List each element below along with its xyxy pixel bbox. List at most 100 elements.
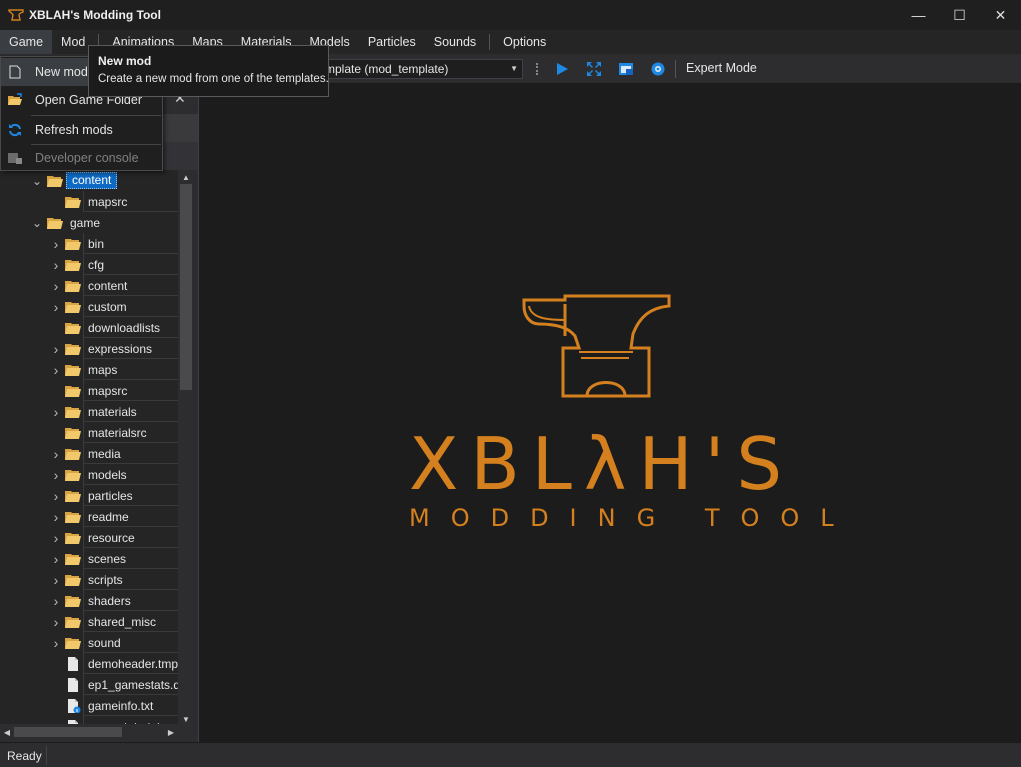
play-button[interactable] <box>553 60 571 78</box>
scroll-thumb[interactable] <box>180 184 192 390</box>
mod-select-dropdown[interactable]: mplate (mod_template) ▼ <box>318 59 523 79</box>
chevron-right-icon[interactable]: › <box>51 401 61 422</box>
tree-row[interactable]: › media <box>0 443 178 464</box>
folder-icon <box>65 197 81 208</box>
main-content-area: XBLλH'S MODDING TOOL <box>199 84 1021 742</box>
tree-row[interactable]: › content <box>0 275 178 296</box>
chevron-right-icon[interactable]: › <box>51 611 61 632</box>
new-file-icon <box>7 64 23 80</box>
column-divider <box>83 527 84 548</box>
tree-row[interactable]: › shaders <box>0 590 178 611</box>
chevron-right-icon[interactable]: › <box>51 359 61 380</box>
menu-particles[interactable]: Particles <box>359 30 425 54</box>
scroll-left-icon[interactable]: ◀ <box>0 724 14 740</box>
column-divider <box>83 338 84 359</box>
tree-row[interactable]: mapsrc <box>0 380 178 401</box>
tree-row[interactable]: › expressions <box>0 338 178 359</box>
chevron-right-icon[interactable]: › <box>51 548 61 569</box>
chevron-right-icon[interactable]: › <box>51 233 61 254</box>
maximize-button[interactable]: ☐ <box>939 0 980 30</box>
chevron-right-icon[interactable]: › <box>51 275 61 296</box>
tooltip: New mod Create a new mod from one of the… <box>88 45 329 97</box>
tree-row[interactable]: materialsrc <box>0 422 178 443</box>
column-divider <box>83 254 84 275</box>
menu-item-label: Refresh mods <box>35 123 113 137</box>
close-window-button[interactable]: ✕ <box>980 0 1021 30</box>
chevron-right-icon[interactable]: › <box>51 296 61 317</box>
chevron-right-icon[interactable]: › <box>51 443 61 464</box>
menu-sounds[interactable]: Sounds <box>425 30 485 54</box>
tree-row[interactable]: › custom <box>0 296 178 317</box>
folder-icon <box>65 638 81 649</box>
console-icon <box>7 150 23 166</box>
tree-item-label: scenes <box>88 551 127 566</box>
tree-row[interactable]: › particles <box>0 485 178 506</box>
column-divider <box>83 191 84 212</box>
tree-row[interactable]: downloadlists <box>0 317 178 338</box>
tree-row[interactable]: ⌄ content <box>0 170 178 191</box>
tree-row[interactable]: ⌄ game <box>0 212 178 233</box>
tree-row[interactable]: › scripts <box>0 569 178 590</box>
tree-item-label: cfg <box>88 257 105 272</box>
fullscreen-button[interactable] <box>585 60 603 78</box>
chevron-right-icon[interactable]: › <box>51 506 61 527</box>
title-bar: XBLAH's Modding Tool — ☐ ✕ <box>0 0 1021 30</box>
tree-item-label: particles <box>88 488 133 503</box>
chevron-right-icon[interactable]: › <box>51 590 61 611</box>
chevron-down-icon[interactable]: ⌄ <box>32 212 42 233</box>
horizontal-scrollbar[interactable]: ◀ ▶ <box>0 724 178 740</box>
folder-icon <box>65 617 81 628</box>
column-divider <box>83 296 84 317</box>
tree-row[interactable]: › sound <box>0 632 178 653</box>
folder-icon <box>65 596 81 607</box>
vertical-scrollbar[interactable]: ▲ ▼ <box>178 170 194 726</box>
tree-row[interactable]: › materials <box>0 401 178 422</box>
settings-button[interactable] <box>649 60 667 78</box>
tree-row[interactable]: › maps <box>0 359 178 380</box>
tree-row[interactable]: › models <box>0 464 178 485</box>
status-bar: Ready <box>0 742 1021 767</box>
chevron-right-icon[interactable]: › <box>51 464 61 485</box>
chevron-down-icon[interactable]: ⌄ <box>32 170 42 191</box>
tree-item-label: mapsrc <box>88 194 128 209</box>
tooltip-title: New mod <box>98 54 152 68</box>
chevron-right-icon[interactable]: › <box>51 254 61 275</box>
scroll-right-icon[interactable]: ▶ <box>164 724 178 740</box>
tree-item-label: shared_misc <box>88 614 157 629</box>
chevron-right-icon[interactable]: › <box>51 485 61 506</box>
toolbar-grip[interactable] <box>536 63 538 75</box>
window-button[interactable] <box>617 60 635 78</box>
chevron-right-icon[interactable]: › <box>51 527 61 548</box>
chevron-right-icon[interactable]: › <box>51 338 61 359</box>
toolbar-separator <box>675 60 676 78</box>
folder-icon <box>65 428 81 439</box>
menu-game[interactable]: Game <box>0 30 53 54</box>
file-tree[interactable]: ⌄ content mapsrc ⌄ game › bin › cfg › content › cust… <box>0 170 178 726</box>
expert-mode-button[interactable]: Expert Mode <box>686 61 757 75</box>
minimize-button[interactable]: — <box>898 0 939 30</box>
tree-row[interactable]: › shared_misc <box>0 611 178 632</box>
tree-row[interactable]: › cfg <box>0 254 178 275</box>
tree-item-label: models <box>88 467 127 482</box>
tree-row[interactable]: gameinfo.txt <box>0 695 178 716</box>
menu-item-label: New mod <box>35 65 88 79</box>
chevron-right-icon[interactable]: › <box>51 632 61 653</box>
tree-row[interactable]: › bin <box>0 233 178 254</box>
folder-icon <box>65 554 81 565</box>
column-divider <box>83 506 84 527</box>
tree-row[interactable]: › scenes <box>0 548 178 569</box>
tree-item-label: bin <box>88 236 105 251</box>
tree-row[interactable]: mapsrc <box>0 191 178 212</box>
scroll-down-icon[interactable]: ▼ <box>178 712 194 726</box>
scroll-up-icon[interactable]: ▲ <box>178 170 194 184</box>
column-divider <box>83 653 84 674</box>
scroll-thumb[interactable] <box>14 727 122 737</box>
tree-row[interactable]: demoheader.tmp <box>0 653 178 674</box>
chevron-right-icon[interactable]: › <box>51 569 61 590</box>
tree-row[interactable]: › resource <box>0 527 178 548</box>
tree-row[interactable]: ep1_gamestats.da <box>0 674 178 695</box>
menu-options[interactable]: Options <box>494 30 555 54</box>
tree-row[interactable]: › readme <box>0 506 178 527</box>
folder-icon <box>65 323 81 334</box>
menu-item-refresh-mods[interactable]: Refresh mods <box>1 116 162 144</box>
